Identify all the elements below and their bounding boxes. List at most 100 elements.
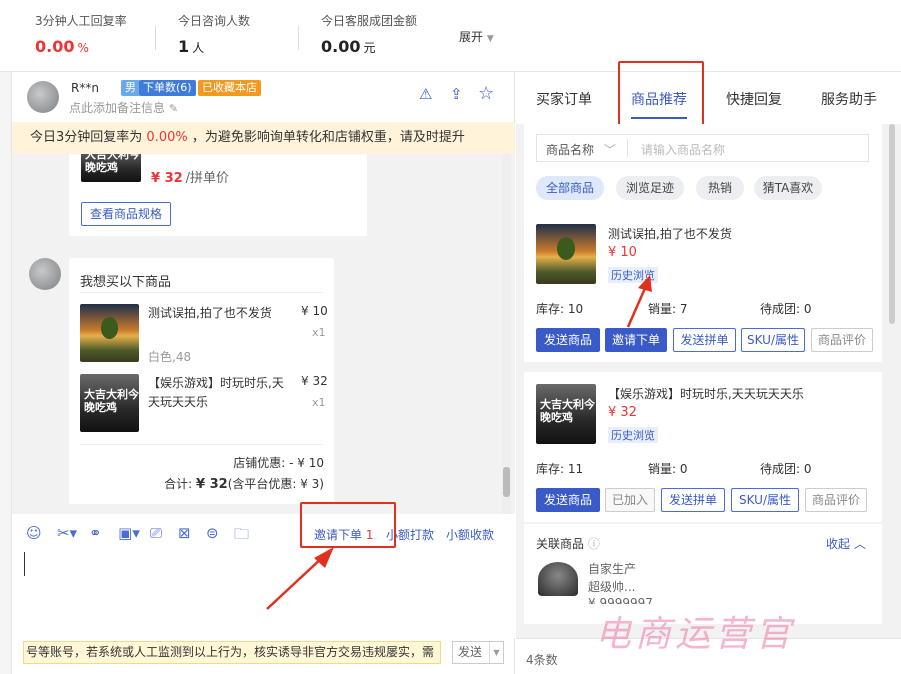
left-edge — [0, 72, 12, 674]
add-note-link[interactable]: 点此添加备注信息 ✎ — [69, 99, 178, 116]
search-type-select[interactable]: 商品名称 ﹀ — [546, 141, 616, 158]
stat-label: 今日咨询人数 — [178, 14, 251, 28]
favorited-tag: 已收藏本店 — [198, 80, 261, 96]
watermark: 电商运营官 — [595, 614, 796, 655]
stat-amount: 今日客服成团金额 0.00 元 — [321, 12, 417, 56]
stat-unit: % — [77, 41, 89, 55]
stock: 库存: 11 — [536, 462, 584, 476]
warning-banner: 今日3分钟回复率为 0.00% ，为避免影响询单转化和店铺权重，请及时提升 — [12, 122, 515, 154]
chevron-up-icon: ︿ — [853, 537, 866, 551]
previous-product-card: 大吉大利今晚吃鸡 ¥ 32/拼单价 查看商品规格 — [69, 154, 367, 236]
item-name: 【娱乐游戏】时玩时乐,天天玩天天乐 — [148, 376, 284, 409]
stats-bar: 3分钟人工回复率 0.00% 今日咨询人数 1人 今日客服成团金额 0.00 元 … — [0, 0, 901, 72]
related-title: 关联商品 ⓘ — [536, 537, 600, 551]
product-image — [536, 224, 596, 284]
image-icon[interactable]: ▣▾ — [116, 524, 142, 542]
product-card: 测试误拍,拍了也不发货 ¥ 10 历史浏览 库存: 10 销量: 7 待成团: … — [524, 212, 882, 362]
send-product-button[interactable]: 发送商品 — [536, 328, 600, 352]
search-box: 商品名称 ﹀ 请输入商品名称 — [536, 134, 869, 162]
stat-unit: 元 — [363, 41, 376, 55]
send-group-button[interactable]: 发送拼单 — [661, 488, 725, 512]
scissors-icon[interactable]: ✂▾ — [54, 524, 80, 542]
stat-visitors: 今日咨询人数 1人 — [178, 12, 250, 56]
buyer-avatar — [29, 258, 61, 290]
item-name: 测试误拍,拍了也不发货 — [148, 306, 272, 320]
compliance-notice: 号等账号，若系统或人工监测到以上行为，核实诱导非官方交易违规屡实，需 — [23, 641, 441, 664]
added-button: 已加入 — [605, 488, 655, 512]
warning-icon[interactable]: ⚠ — [419, 85, 432, 103]
filter-guess[interactable]: 猜TA喜欢 — [754, 176, 822, 200]
filter-history[interactable]: 浏览足迹 — [616, 176, 684, 200]
helmet-image — [538, 562, 578, 596]
annotation-arrow — [266, 547, 334, 610]
tab-quick-reply[interactable]: 快捷回复 — [726, 89, 782, 109]
chevron-down-icon: ▼ — [486, 34, 494, 44]
history-badge: 历史浏览 — [608, 427, 658, 443]
sku-button[interactable]: SKU/属性 — [741, 328, 805, 352]
sales: 销量: 0 — [648, 462, 688, 476]
review-button[interactable]: 商品评价 — [805, 488, 867, 512]
product-image: 大吉大利今晚吃鸡 — [80, 374, 139, 432]
video-icon[interactable]: ⎚ — [150, 524, 162, 542]
send-button[interactable]: 发送 ▼ — [452, 641, 504, 664]
expand-button[interactable]: 展开 ▼ — [459, 28, 494, 45]
coupon-icon[interactable]: ⊠ — [178, 524, 191, 542]
chat-scrollbar[interactable] — [502, 154, 511, 514]
stat-value: 0.00 — [321, 37, 361, 56]
stat-label: 3分钟人工回复率 — [35, 14, 127, 28]
panel-scrollbar[interactable] — [889, 124, 895, 324]
product-image: 大吉大利今晚吃鸡 — [81, 154, 141, 182]
view-spec-button[interactable]: 查看商品规格 — [81, 202, 171, 226]
chat-panel: R**n 男 下单数(6) 已收藏本店 点此添加备注信息 ✎ ⚠ ⇪ ☆ 今日3… — [12, 72, 515, 674]
stat-unit: 人 — [192, 41, 205, 55]
small-collect-link[interactable]: 小额收款 — [446, 526, 494, 543]
tab-service-assistant[interactable]: 服务助手 — [821, 89, 877, 109]
send-group-button[interactable]: 发送拼单 — [673, 328, 736, 352]
pending: 待成团: 0 — [760, 302, 812, 316]
send-product-button[interactable]: 发送商品 — [536, 488, 600, 512]
emoji-icon[interactable]: ☺ — [26, 524, 42, 542]
product-card: 大吉大利今晚吃鸡 【娱乐游戏】时玩时乐,天天玩天天乐 ¥ 32 历史浏览 库存:… — [524, 372, 882, 525]
highlight-box — [618, 61, 704, 126]
edit-icon: ✎ — [168, 102, 179, 115]
footer-count: 4条数 — [526, 653, 558, 667]
related-line1: 自家生产 — [588, 562, 637, 576]
stat-value: 0.00 — [35, 37, 75, 56]
star-icon[interactable]: ☆ — [478, 83, 494, 104]
stock: 库存: 10 — [536, 302, 584, 316]
related-price: ¥ 9999997 — [588, 596, 653, 604]
product-name: 测试误拍,拍了也不发货 — [608, 227, 732, 241]
share-icon[interactable]: ⇪ — [450, 85, 463, 103]
search-input[interactable]: 请输入商品名称 — [641, 141, 725, 158]
scrollbar-thumb[interactable] — [503, 467, 510, 497]
discount-line: 店铺优惠: - ¥ 10 — [233, 456, 324, 470]
gender-tag: 男 — [121, 80, 140, 96]
link-icon[interactable]: ⚭ — [89, 524, 102, 542]
product-image: 大吉大利今晚吃鸡 — [536, 384, 596, 444]
buyer-name: R**n — [71, 81, 99, 95]
chevron-down-icon[interactable]: ▼ — [489, 642, 503, 663]
order-request-card: 我想买以下商品 测试误拍,拍了也不发货 ¥ 10 x1 白色,48 大吉大利今晚… — [69, 258, 334, 504]
folder-icon[interactable]: 🗀 — [234, 524, 249, 549]
related-line2: 超级帅... — [588, 580, 636, 594]
price-line: ¥ 32/拼单价 — [151, 171, 230, 186]
stat-label: 今日客服成团金额 — [321, 14, 418, 28]
filter-hot[interactable]: 热销 — [696, 176, 744, 200]
pending: 待成团: 0 — [760, 462, 812, 476]
filter-all[interactable]: 全部商品 — [536, 176, 604, 200]
search-order-icon[interactable]: ⊜ — [206, 524, 219, 542]
collapse-button[interactable]: 收起 ︿ — [826, 535, 866, 552]
stat-reply-rate: 3分钟人工回复率 0.00% — [35, 12, 127, 56]
product-name: 【娱乐游戏】时玩时乐,天天玩天天乐 — [608, 387, 804, 401]
warning-text: 今日3分钟回复率为 — [30, 130, 143, 145]
review-button[interactable]: 商品评价 — [811, 328, 873, 352]
product-image — [80, 304, 139, 362]
warning-rate: 0.00% — [146, 130, 188, 145]
avatar[interactable] — [27, 81, 59, 113]
item-qty: x1 — [312, 396, 326, 409]
sku-button[interactable]: SKU/属性 — [731, 488, 799, 512]
warning-text-suffix: ，为避免影响询单转化和店铺权重，请及时提升 — [191, 130, 465, 145]
item-qty: x1 — [312, 326, 326, 339]
item-spec: 白色,48 — [148, 350, 192, 364]
tab-buyer-orders[interactable]: 买家订单 — [536, 89, 592, 109]
